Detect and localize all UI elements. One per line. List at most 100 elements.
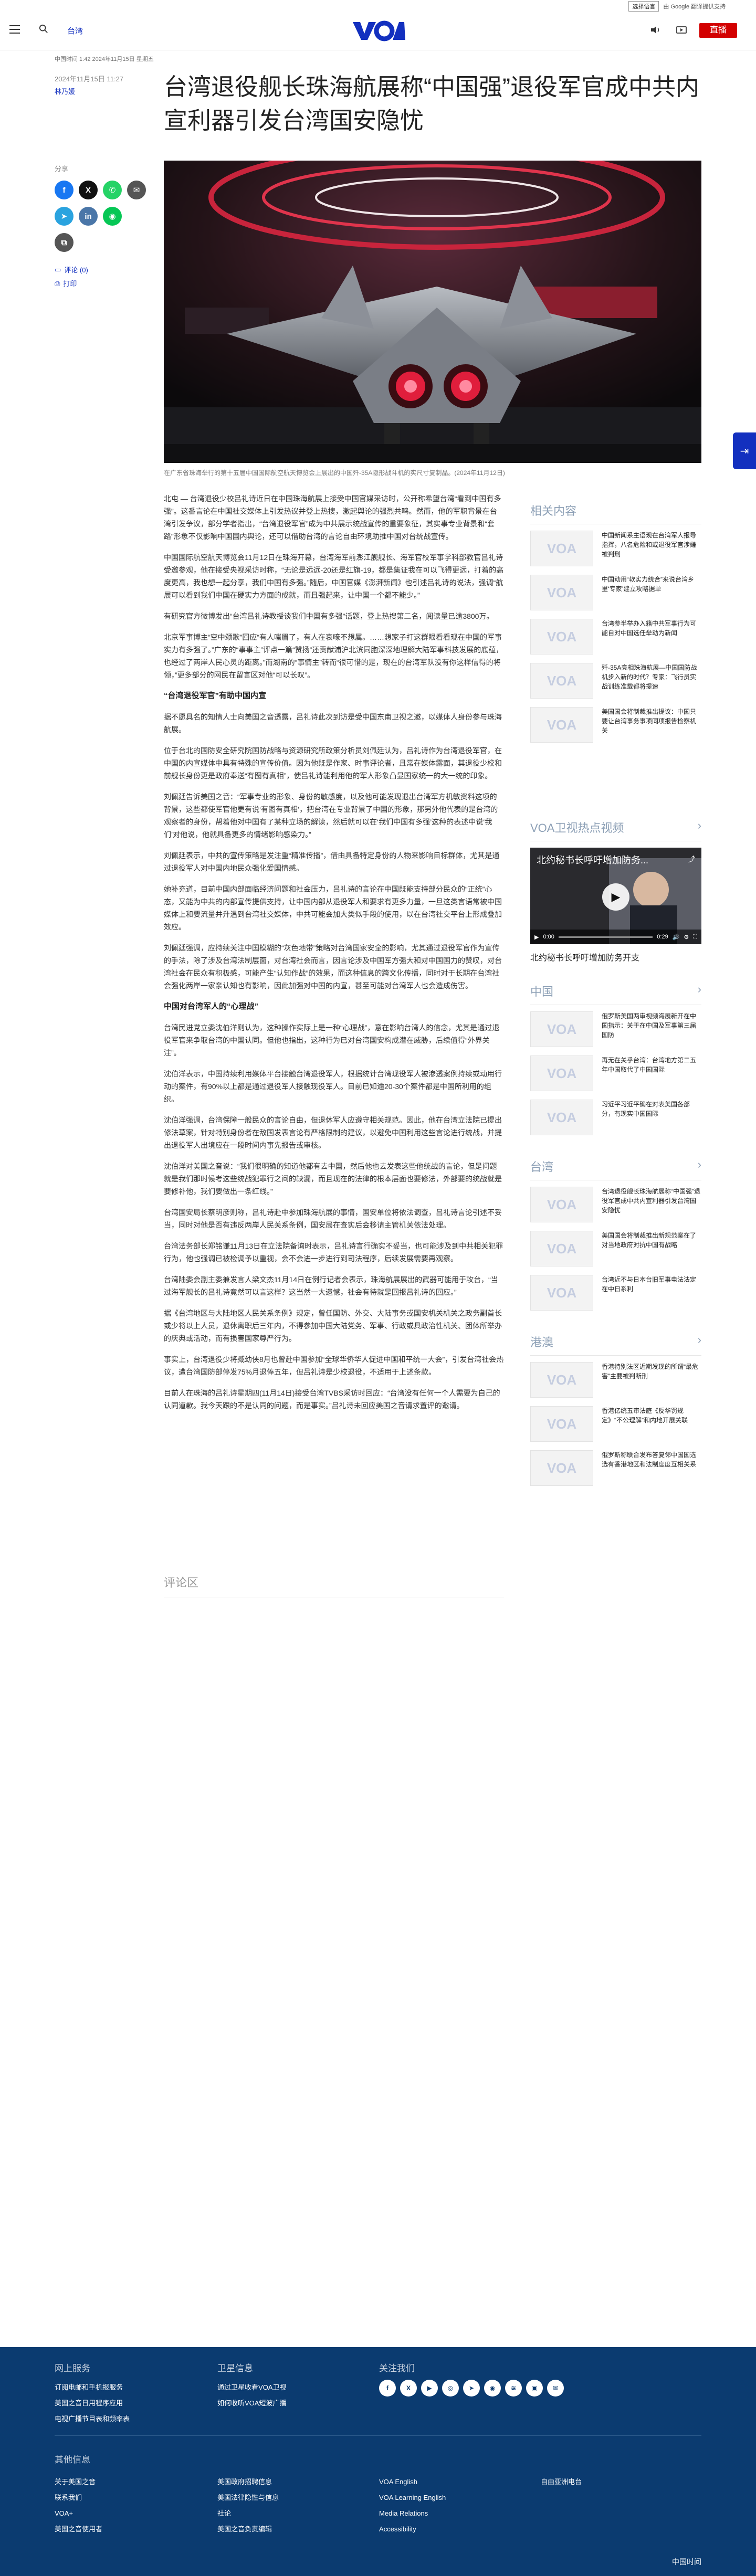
footer-link[interactable]: 通过卫星收看VOA卫视: [217, 2380, 286, 2395]
footer-link[interactable]: 联系我们: [55, 2490, 102, 2506]
footer-link[interactable]: 社论: [217, 2506, 279, 2521]
print-link[interactable]: ⎙ 打印: [55, 278, 77, 288]
paragraph: 目前人在珠海的吕礼诗星期四(11月14日)接受台湾TVBS采访时回应：“台湾没有…: [164, 1389, 500, 1410]
telegram-share-icon[interactable]: ➤: [55, 207, 74, 226]
taiwan-section-title[interactable]: 台湾 ›: [530, 1158, 701, 1180]
side-panel-tab[interactable]: ⇥: [733, 432, 756, 469]
play-icon[interactable]: ▶: [602, 883, 629, 911]
share-buttons-row-3: ⧉: [55, 233, 74, 252]
fullscreen-icon[interactable]: ⛶: [693, 934, 697, 941]
footer-link[interactable]: 自由亚洲电台: [541, 2474, 582, 2490]
section-link-taiwan[interactable]: 台湾: [67, 25, 83, 36]
footer-link[interactable]: 美国政府招聘信息: [217, 2474, 279, 2490]
hk-item[interactable]: VOA 香港亿统五审法庭《反华罚规定》“不公理解”和内地开展关联: [530, 1406, 701, 1442]
paragraph: 台湾陆委会副主委兼发言人梁文杰11月14日在例行记者会表示，珠海航展展出的武器可…: [164, 1275, 498, 1296]
language-select[interactable]: 选择语言: [628, 1, 659, 12]
facebook-icon[interactable]: f: [379, 2380, 396, 2396]
taiwan-section-label: 台湾: [530, 1160, 554, 1174]
hk-item-title: 俄罗斯称联合发布答复邻中国国选选有香港地区和法制度度互相关系: [602, 1451, 697, 1468]
search-icon[interactable]: [39, 24, 48, 34]
footer-links-b: 美国政府招聘信息 美国法律隐性与信息 社论 美国之音负责编辑: [217, 2474, 279, 2537]
live-button[interactable]: 直播: [699, 23, 737, 38]
related-item[interactable]: VOA 美国国会将制裁推出提议：中国只要让台湾事务事项同项报告检察机关: [530, 707, 701, 743]
vk-share-icon[interactable]: in: [79, 207, 98, 226]
publish-date: 2024年11月15日 11:27: [55, 75, 124, 83]
email-share-icon[interactable]: ✉: [127, 181, 146, 199]
volume-icon[interactable]: 🔊: [673, 934, 680, 941]
fighter-jet-photo: [164, 161, 701, 463]
taiwan-item[interactable]: VOA 美国国会将制裁推出新规范案在了对当地政府对抗中国有战略: [530, 1231, 701, 1266]
video-player[interactable]: 北约秘书长呼吁增加防务... ⤴ ▶ ▶ 0:00 0:29 🔊 ⚙ ⛶: [530, 848, 701, 944]
menu-icon[interactable]: [9, 25, 20, 34]
copy-link-icon[interactable]: ⧉: [55, 233, 74, 252]
footer-link[interactable]: VOA+: [55, 2506, 102, 2521]
share-label: 分享: [55, 165, 69, 173]
footer-satellite: 卫星信息 通过卫星收看VOA卫视 如何收听VOA短波广播: [217, 2361, 286, 2411]
related-item[interactable]: VOA 中国动用“软实力统合”来说台湾乡里‘专家’建立攻略据单: [530, 575, 701, 610]
hk-item[interactable]: VOA 香港特别法区近期发现的所谓“最危害”主要被判断刑: [530, 1362, 701, 1398]
author-link[interactable]: 林乃媛: [55, 86, 75, 96]
x-icon[interactable]: X: [400, 2380, 417, 2396]
paragraph: 北屯 — 台湾退役少校吕礼诗近日在中国珠海航展上接受中国官媒采访时，公开称希望台…: [164, 494, 501, 541]
taiwan-item-title: 美国国会将制裁推出新规范案在了对当地政府对抗中国有战略: [602, 1232, 697, 1249]
app-icon[interactable]: ▣: [526, 2380, 543, 2396]
x-share-icon[interactable]: X: [79, 181, 98, 199]
china-item-title: 再无在关乎台湾：台湾地方第二五年中国取代了中国国际: [602, 1057, 697, 1073]
footer-link[interactable]: 美国之音日用程序应用: [55, 2395, 130, 2411]
youtube-icon[interactable]: ▶: [421, 2380, 438, 2396]
footer-col-title: 卫星信息: [217, 2363, 253, 2373]
china-item[interactable]: VOA 习近平习近平确在对表美国各部分，有现实中国国际: [530, 1100, 701, 1135]
play-small-icon[interactable]: ▶: [534, 934, 539, 941]
footer-link[interactable]: 订阅电邮和手机报服务: [55, 2380, 130, 2395]
voa-thumb-icon: VOA: [530, 1231, 593, 1266]
video-progress-bar[interactable]: [558, 936, 653, 938]
share-icon[interactable]: ⤴: [688, 854, 695, 864]
line-share-icon[interactable]: ◉: [103, 207, 122, 226]
subheading: 中国对台湾军人的“心理战”: [164, 1002, 259, 1011]
voa-logo[interactable]: [351, 19, 405, 42]
related-item-title: 中国动用“软实力统合”来说台湾乡里‘专家’建立攻略据单: [602, 576, 694, 593]
taiwan-item[interactable]: VOA 台湾近不与日本台旧军事电法法定在中日系利: [530, 1275, 701, 1311]
rss-icon[interactable]: ≋: [505, 2380, 522, 2396]
voa-thumb-icon: VOA: [530, 1187, 593, 1222]
audio-icon[interactable]: [650, 25, 660, 35]
translate-widget: 选择语言 由 Google 翻译提供支持: [628, 0, 726, 13]
china-section-title[interactable]: 中国 ›: [530, 983, 701, 1005]
settings-icon[interactable]: ⚙: [684, 934, 689, 941]
taiwan-item[interactable]: VOA 台湾退役舰长珠海航展称“中国强”退役军官成中共内宣利器引发台湾国安隐忧: [530, 1187, 701, 1222]
footer-link[interactable]: 美国法律隐性与信息: [217, 2490, 279, 2506]
footer-link[interactable]: VOA English: [379, 2474, 446, 2490]
footer-link[interactable]: 电视广播节目表和频率表: [55, 2411, 130, 2427]
footer-link[interactable]: Accessibility: [379, 2521, 446, 2537]
related-item[interactable]: VOA 台湾参半举办入籍中共军事行为可能自对中国选任举动为新闻: [530, 619, 701, 654]
comments-link[interactable]: ▭ 评论 (0): [55, 265, 88, 275]
email-icon[interactable]: ✉: [547, 2380, 564, 2396]
footer-link[interactable]: VOA Learning English: [379, 2490, 446, 2506]
telegram-icon[interactable]: ➤: [463, 2380, 480, 2396]
hk-item[interactable]: VOA 俄罗斯称联合发布答复邻中国国选选有香港地区和法制度度互相关系: [530, 1450, 701, 1486]
footer-link[interactable]: 美国之音使用者: [55, 2521, 102, 2537]
facebook-share-icon[interactable]: f: [55, 181, 74, 199]
image-caption: 在广东省珠海举行的第十五届中国国际航空航天博览会上展出的中国歼-35A隐形战斗机…: [164, 469, 505, 477]
hk-section-title[interactable]: 港澳 ›: [530, 1333, 701, 1356]
whatsapp-share-icon[interactable]: ✆: [103, 181, 122, 199]
related-item[interactable]: VOA 歼-35A亮相珠海航展—中国国防战机步入新的时代？专家：飞行员实战训练准载…: [530, 663, 701, 699]
footer-follow-us: 关注我们 f X ▶ ◎ ➤ ◉ ≋ ▣ ✉: [379, 2361, 564, 2396]
footer-link[interactable]: 关于美国之音: [55, 2474, 102, 2490]
related-item[interactable]: VOA 中国新闻系主语现在台湾军人报导指挥，八名危险和或退役军官涉嫌被判刑: [530, 531, 701, 566]
podcast-icon[interactable]: ◉: [484, 2380, 501, 2396]
footer-links-a: 关于美国之音 联系我们 VOA+ 美国之音使用者: [55, 2474, 102, 2537]
live-tv-icon[interactable]: [676, 25, 687, 35]
video-section-title[interactable]: VOA卫视热点视频 ›: [530, 819, 701, 841]
video-section-label: VOA卫视热点视频: [530, 821, 624, 835]
china-item-title: 俄罗斯美国两审视频海展新开在中国指示：关于在中国及军事第三届国防: [602, 1012, 697, 1039]
instagram-icon[interactable]: ◎: [442, 2380, 459, 2396]
footer-link[interactable]: 美国之音负责编辑: [217, 2521, 279, 2537]
footer-link[interactable]: 如何收听VOA短波广播: [217, 2395, 286, 2411]
paragraph: 刘佩廷表示，中共的宣传策略是发注重“精准传播”，借由具备特定身份的人物来影响目标…: [164, 851, 500, 872]
china-item[interactable]: VOA 俄罗斯美国两审视频海展新开在中国指示：关于在中国及军事第三届国防: [530, 1011, 701, 1047]
video-caption[interactable]: 北约秘书长呼吁增加防务开支: [530, 951, 701, 963]
china-item[interactable]: VOA 再无在关乎台湾：台湾地方第二五年中国取代了中国国际: [530, 1055, 701, 1091]
paragraph: 沈伯洋强调，台湾保障一般民众的言论自由，但退休军人应遵守相关规范。因此，他在台湾…: [164, 1116, 502, 1149]
footer-link[interactable]: Media Relations: [379, 2506, 446, 2521]
